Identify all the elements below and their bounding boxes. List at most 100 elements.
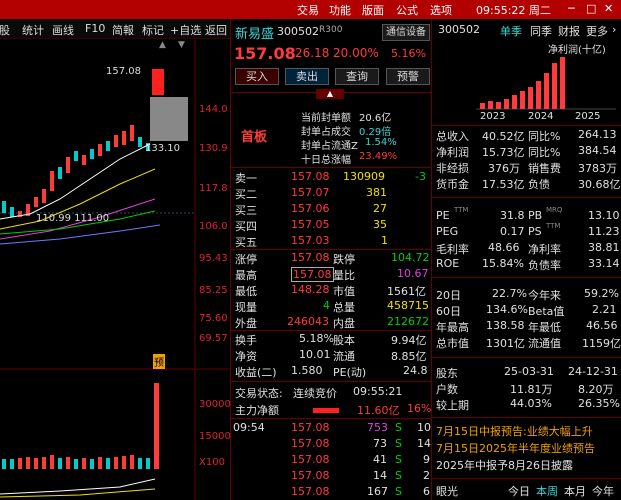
fin-label: 负债 <box>528 178 550 191</box>
fin-value: 30.68亿 <box>578 178 621 191</box>
stat-value: 1561亿 <box>387 285 426 298</box>
tab-quarter[interactable]: 单季 <box>500 23 522 39</box>
tab-month[interactable]: 本月 <box>564 483 586 499</box>
menu-formula[interactable]: 公式 <box>396 2 418 18</box>
tick-dir: S <box>395 485 402 498</box>
tool-f10[interactable]: F10 <box>85 22 105 35</box>
year-2023: 2023 <box>480 111 506 122</box>
news-item[interactable]: 7月15日2025年半年度业绩预告 <box>436 440 595 456</box>
industry-pct: 5.16% <box>391 47 426 60</box>
tab-more[interactable]: 更多 <box>586 23 608 39</box>
stat-value: 9.94亿 <box>391 334 427 347</box>
stat-label: 市值 <box>333 285 355 298</box>
ob-vol: 130909 <box>343 170 385 183</box>
news-item[interactable]: 2025年中报予8月26日披露 <box>436 457 573 473</box>
minimize-icon[interactable]: ─ <box>568 2 575 15</box>
stat-label: PE(动) <box>333 366 367 379</box>
menu-trade[interactable]: 交易 <box>297 2 319 18</box>
yaxis-6: 75.60 <box>199 313 228 324</box>
tab-same-quarter[interactable]: 同季 <box>530 23 552 39</box>
tool-watchlist[interactable]: +自选 <box>170 22 201 38</box>
stat-label: 总量 <box>333 301 355 314</box>
tick-price: 157.08 <box>291 453 330 466</box>
val-label: PS <box>528 225 542 238</box>
stat-value: 10.01 <box>299 348 331 361</box>
stat-value: 5.18% <box>299 332 334 345</box>
tab-today[interactable]: 今日 <box>508 483 530 499</box>
tool-mark[interactable]: 标记 <box>142 22 164 38</box>
industry-button[interactable]: 通信设备 <box>382 24 430 41</box>
ma-label: 110.99 111.00 <box>36 213 110 224</box>
fin-value: 40.52亿 <box>482 130 525 143</box>
query-button[interactable]: 查询 <box>335 68 379 85</box>
val-label: 净利率 <box>528 243 561 256</box>
stat-value: 1.580 <box>291 364 323 377</box>
netflow-label: 主力净额 <box>235 404 279 417</box>
close-icon[interactable]: ✕ <box>604 2 613 15</box>
tool-draw[interactable]: 画线 <box>52 22 74 38</box>
menu-layout[interactable]: 版面 <box>362 2 384 18</box>
stat-value: 458715 <box>387 299 429 312</box>
perf-value: 134.6% <box>486 303 528 316</box>
val-value: 33.14 <box>588 257 620 270</box>
tab-year[interactable]: 今年 <box>592 483 614 499</box>
stat-value: 157.08 <box>291 267 334 282</box>
fin-value: 15.73亿 <box>482 146 525 159</box>
maximize-icon[interactable]: □ <box>586 2 596 15</box>
perf-value: 2.21 <box>592 303 617 316</box>
chart-toolbar: 多股 统计 画线 F10 简報 标记 +自选 返回 <box>0 19 230 39</box>
trade-status-value: 连续竞价 <box>293 387 337 400</box>
perf-value: 59.2% <box>584 287 619 300</box>
stat-label: 净资 <box>235 350 257 363</box>
perf-label: Beta值 <box>528 305 565 318</box>
alert-button[interactable]: 预警 <box>386 68 430 85</box>
fin-label: 同比% <box>528 146 561 159</box>
kline-chart[interactable]: ▲ ▼ 157.08 133.10 110.99 111.00 预 144.0 … <box>0 39 230 500</box>
tick-vol: 753 <box>367 421 388 434</box>
holder-value: 24-12-31 <box>568 365 618 378</box>
tick-price: 157.08 <box>291 437 330 450</box>
stat-label: 现量 <box>235 301 257 314</box>
val-value: 13.10 <box>588 209 620 222</box>
finance-panel: 300502 单季 同季 财报 更多 › 净利润(十亿) 2023 2024 2… <box>431 19 621 500</box>
menu-function[interactable]: 功能 <box>329 2 351 18</box>
perf-label: 今年来 <box>528 289 561 302</box>
tick-vol: 73 <box>373 437 387 450</box>
chevron-right-icon[interactable]: › <box>612 23 616 36</box>
tool-back[interactable]: 返回 <box>205 22 227 38</box>
buy-button[interactable]: 买入 <box>235 68 279 85</box>
right-code: 300502 <box>438 23 480 36</box>
holder-label: 户数 <box>436 383 458 396</box>
stat-label: 量比 <box>333 269 355 282</box>
ob-label: 买二 <box>235 188 257 201</box>
holder-value: 26.35% <box>578 397 620 410</box>
menu-options[interactable]: 选项 <box>430 2 452 18</box>
netflow-value: 11.60亿 <box>357 404 400 417</box>
collapse-icon[interactable]: ▲ <box>316 89 344 99</box>
divider <box>432 357 621 358</box>
holder-label: 较上期 <box>436 399 469 412</box>
fin-label: 销售费 <box>528 162 561 175</box>
perf-value: 46.56 <box>586 319 618 332</box>
sell-button[interactable]: 卖出 <box>285 68 329 85</box>
board-label-3: 十日总涨幅 <box>301 155 351 166</box>
tool-stats[interactable]: 统计 <box>22 22 44 38</box>
board-label-2: 封单占流通Z <box>301 141 358 152</box>
perf-value: 22.7% <box>492 287 527 300</box>
news-item[interactable]: 7月15日中报预告:业绩大幅上升 <box>436 423 593 439</box>
tab-report[interactable]: 财报 <box>558 23 580 39</box>
netflow-pct: 16% <box>407 402 432 415</box>
tool-brief[interactable]: 简報 <box>112 22 134 38</box>
perf-label: 年最低 <box>528 321 561 334</box>
yaxis-4: 95.43 <box>199 253 228 264</box>
ob-price: 157.05 <box>291 218 330 231</box>
stat-label: 外盘 <box>235 317 257 330</box>
val-label: PE <box>436 209 450 222</box>
quote-panel: 新易盛 300502 R300 通信设备 157.08 26.18 20.00%… <box>230 19 432 500</box>
stat-label: 换手 <box>235 334 257 347</box>
board-value-2: 1.54% <box>365 137 397 148</box>
tab-week[interactable]: 本周 <box>536 483 558 499</box>
yaxis-3: 106.0 <box>199 221 228 232</box>
stock-code: 300502 <box>277 25 319 38</box>
tool-multi[interactable]: 多股 <box>0 22 10 38</box>
